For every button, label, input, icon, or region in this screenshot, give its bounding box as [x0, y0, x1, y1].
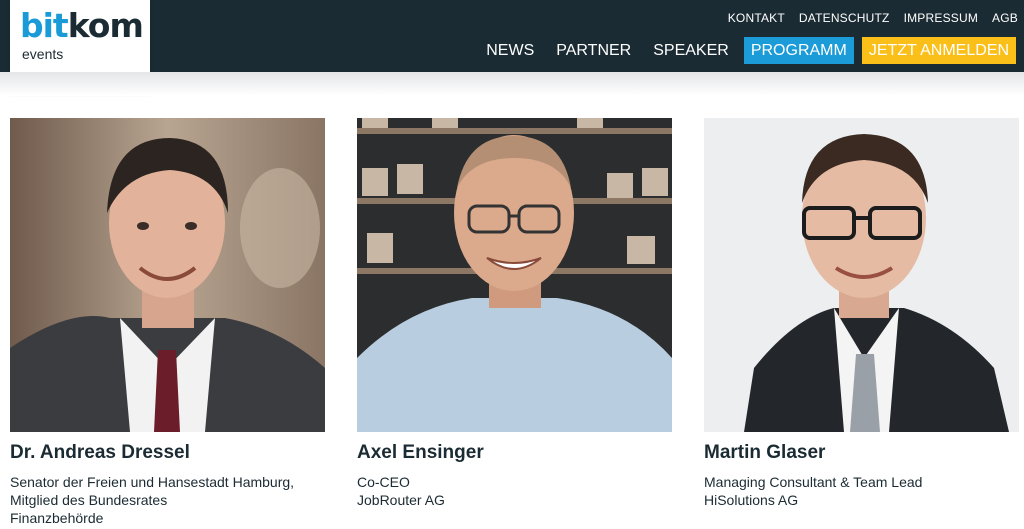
top-navigation: KONTAKT DATENSCHUTZ IMPRESSUM AGB: [728, 11, 1018, 25]
logo-brand-kom: kom: [67, 6, 144, 45]
logo-brand-bit: bit: [20, 6, 69, 45]
nav-link-kontakt[interactable]: KONTAKT: [728, 11, 785, 25]
nav-link-agb[interactable]: AGB: [992, 11, 1018, 25]
speaker-role-line: Finanzbehörde: [10, 510, 104, 526]
speaker-role: Managing Consultant & Team Lead HiSoluti…: [704, 473, 1019, 509]
speaker-role-line: Mitglied des Bundesrates: [10, 492, 168, 508]
nav-speaker[interactable]: SPEAKER: [646, 37, 736, 64]
nav-link-datenschutz[interactable]: DATENSCHUTZ: [799, 11, 890, 25]
speaker-name[interactable]: Dr. Andreas Dressel: [10, 442, 325, 464]
speaker-role-line: Managing Consultant & Team Lead: [704, 474, 923, 490]
speaker-role-line: Co-CEO: [357, 474, 410, 490]
speaker-card[interactable]: Martin Glaser Managing Consultant & Team…: [704, 118, 1019, 509]
main-navigation: NEWS PARTNER SPEAKER PROGRAMM JETZT ANME…: [471, 37, 1016, 64]
register-now-button[interactable]: JETZT ANMELDEN: [861, 37, 1016, 64]
speaker-role: Co-CEO JobRouter AG: [357, 473, 672, 509]
speaker-role-line: Senator der Freien und Hansestadt Hambur…: [10, 474, 295, 490]
header-shadow: [0, 72, 1024, 96]
site-header: bitkom events KONTAKT DATENSCHUTZ IMPRES…: [0, 0, 1024, 92]
speaker-role: Senator der Freien und Hansestadt Hambur…: [10, 473, 325, 527]
nav-link-impressum[interactable]: IMPRESSUM: [904, 11, 978, 25]
speaker-photo[interactable]: [10, 118, 325, 432]
nav-partner[interactable]: PARTNER: [549, 37, 638, 64]
speaker-role-line: JobRouter AG: [357, 492, 445, 508]
speaker-photo[interactable]: [357, 118, 672, 432]
speaker-name[interactable]: Martin Glaser: [704, 442, 1019, 464]
speaker-photo[interactable]: [704, 118, 1019, 432]
speaker-name[interactable]: Axel Ensinger: [357, 442, 672, 464]
nav-news[interactable]: NEWS: [479, 37, 541, 64]
nav-programm-button[interactable]: PROGRAMM: [743, 37, 854, 64]
logo-subtitle: events: [22, 46, 64, 62]
speaker-role-line: HiSolutions AG: [704, 492, 799, 508]
speaker-card[interactable]: Dr. Andreas Dressel Senator der Freien u…: [10, 118, 325, 527]
speaker-card[interactable]: Axel Ensinger Co-CEO JobRouter AG: [357, 118, 672, 509]
